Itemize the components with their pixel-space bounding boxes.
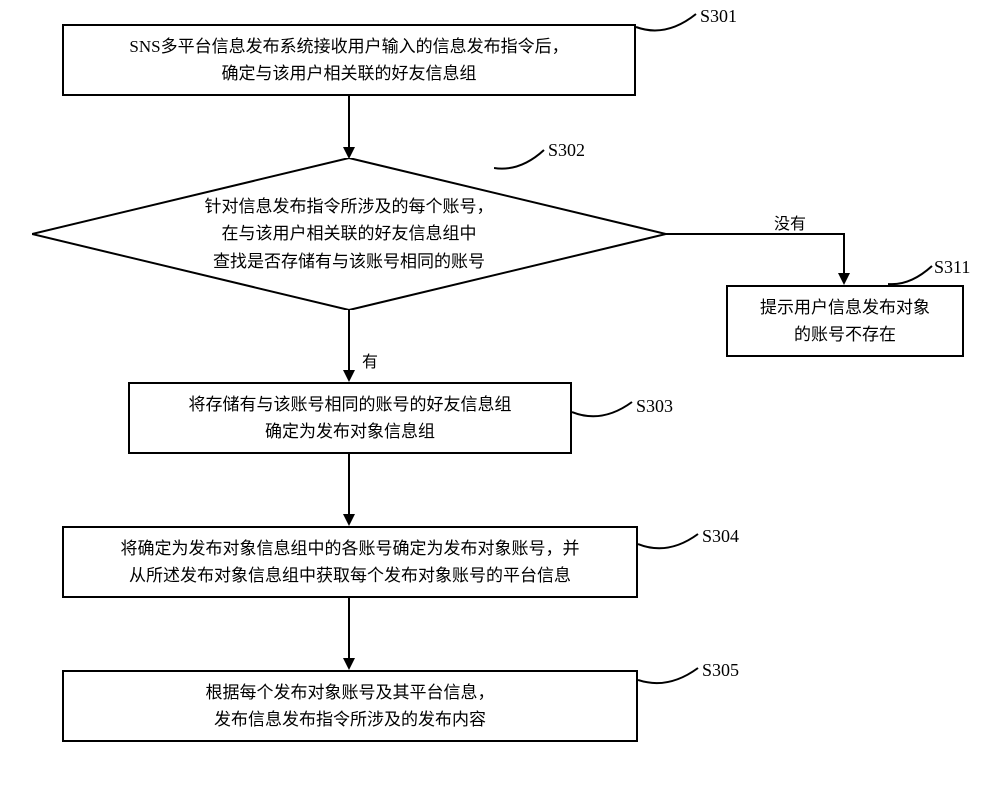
connector-s304 <box>638 530 702 558</box>
arrow-s302-s311-v <box>843 233 845 275</box>
connector-s305 <box>638 664 702 692</box>
step-s301-text: SNS多平台信息发布系统接收用户输入的信息发布指令后，确定与该用户相关联的好友信… <box>129 33 568 87</box>
step-s305-box: 根据每个发布对象账号及其平台信息，发布信息发布指令所涉及的发布内容 <box>62 670 638 742</box>
label-s311: S311 <box>934 257 970 278</box>
step-s303-text: 将存储有与该账号相同的账号的好友信息组确定为发布对象信息组 <box>189 391 512 445</box>
step-s302-text: 针对信息发布指令所涉及的每个账号，在与该用户相关联的好友信息组中查找是否存储有与… <box>205 193 494 275</box>
connector-s301 <box>636 10 700 40</box>
step-s302-diamond: 针对信息发布指令所涉及的每个账号，在与该用户相关联的好友信息组中查找是否存储有与… <box>32 158 666 310</box>
arrow-s302-s303 <box>348 310 350 372</box>
connector-s303 <box>572 398 636 426</box>
label-s301: S301 <box>700 6 737 27</box>
step-s303-box: 将存储有与该账号相同的账号的好友信息组确定为发布对象信息组 <box>128 382 572 454</box>
edge-label-no: 没有 <box>774 210 806 234</box>
step-s304-text: 将确定为发布对象信息组中的各账号确定为发布对象账号，并从所述发布对象信息组中获取… <box>121 535 580 589</box>
arrow-head-s302-s311 <box>838 273 850 285</box>
arrow-head-s302-s303 <box>343 370 355 382</box>
step-s305-text: 根据每个发布对象账号及其平台信息，发布信息发布指令所涉及的发布内容 <box>206 679 495 733</box>
arrow-s302-s311-h <box>666 233 844 235</box>
label-s303: S303 <box>636 396 673 417</box>
step-s311-box: 提示用户信息发布对象的账号不存在 <box>726 285 964 357</box>
edge-label-yes: 有 <box>362 348 378 372</box>
step-s311-text: 提示用户信息发布对象的账号不存在 <box>760 294 930 348</box>
connector-s302 <box>494 146 550 174</box>
label-s302: S302 <box>548 140 585 161</box>
arrow-head-s304-s305 <box>343 658 355 670</box>
flowchart-container: SNS多平台信息发布系统接收用户输入的信息发布指令后，确定与该用户相关联的好友信… <box>0 0 1000 788</box>
label-s305: S305 <box>702 660 739 681</box>
step-s304-box: 将确定为发布对象信息组中的各账号确定为发布对象账号，并从所述发布对象信息组中获取… <box>62 526 638 598</box>
arrow-s301-s302 <box>348 96 350 149</box>
connector-s311 <box>888 262 936 290</box>
label-s304: S304 <box>702 526 739 547</box>
arrow-head-s303-s304 <box>343 514 355 526</box>
arrow-s304-s305 <box>348 598 350 660</box>
arrow-s303-s304 <box>348 454 350 516</box>
step-s301-box: SNS多平台信息发布系统接收用户输入的信息发布指令后，确定与该用户相关联的好友信… <box>62 24 636 96</box>
